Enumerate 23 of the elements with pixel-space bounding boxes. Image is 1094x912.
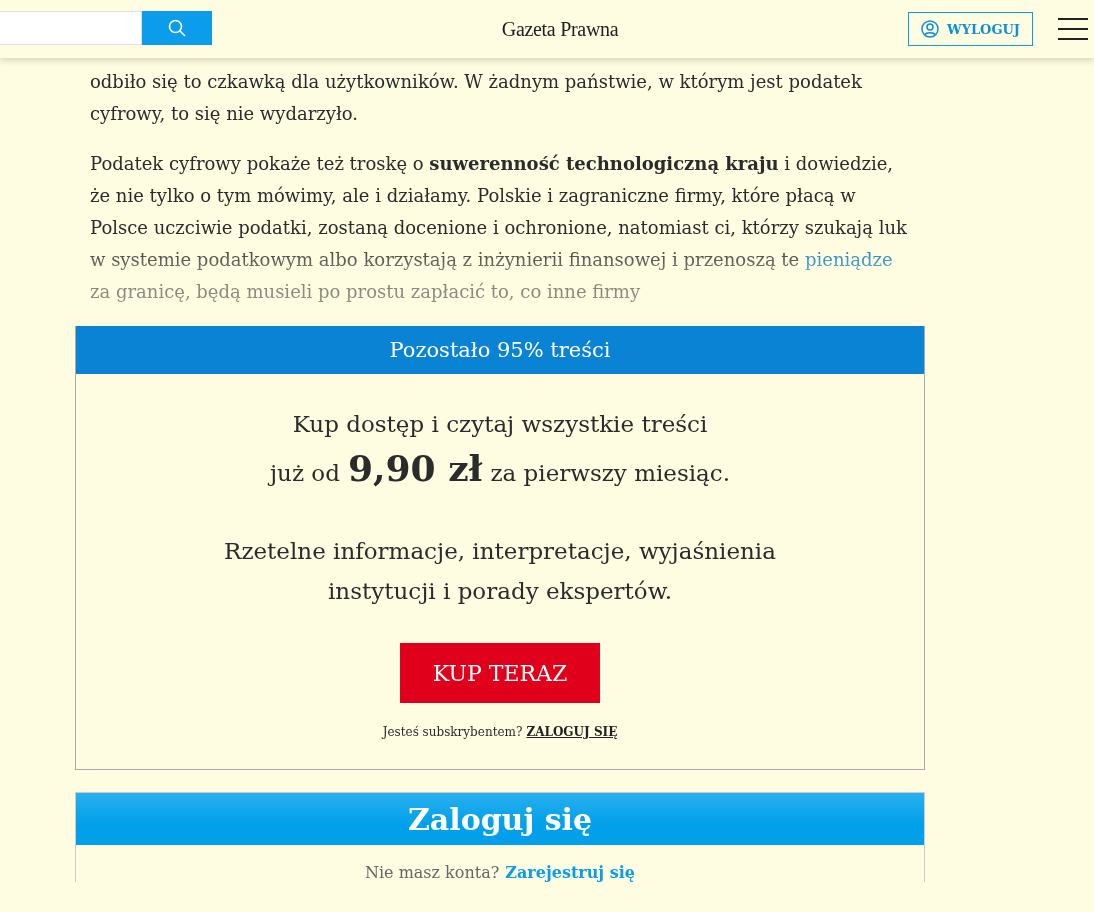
search-icon [168,19,186,37]
search-button[interactable] [142,11,212,45]
article-paragraph: Podatek cyfrowy pokaże też troskę o suwerenność technologiczną kraju i dowiedzie, że nie tylko o tym mówimy, ale i działamy. Polskie i zagraniczne firmy, które płacą w Polsce uczciwie podatki, zostaną docenione i ochronione, natomiast ci, którzy szukają luk w systemie podatkowym albo korzystają z inżynierii finansowej i przenoszą te pieniądze za granicę, będą musieli po prostu zapłacić to, co inne firmy [90,152,908,304]
price: 9,90 zł [347,446,483,491]
site-logo[interactable]: Gazeta Prawna [212,17,909,41]
register-prompt: Nie masz konta? [365,863,500,882]
price-suffix: za pierwszy miesiąc. [490,459,731,488]
subscriber-prompt: Jesteś subskrybentem? [382,725,523,739]
benefits-text: Rzetelne informacje, interpretacje, wyjaśnienia [224,537,776,566]
register-link[interactable]: Zarejestruj się [505,863,635,882]
search-field[interactable] [0,11,142,45]
article-link[interactable]: pieniądze [805,249,893,270]
article-paragraph: odbiło się to czkawką dla użytkowników. W żadnym państwie, w którym jest podatek cyfrowy, to się nie wydarzyło. [90,70,863,126]
paywall-banner: Pozostało 95% treści [76,326,924,374]
offer-text: Kup dostęp i czytaj wszystkie treści [292,410,708,439]
login-link[interactable]: ZALOGUJ SIĘ [526,725,618,739]
logout-button[interactable]: WYLOGUJ [908,12,1033,46]
price-prefix: już od [269,459,340,488]
benefits-text: instytucji i porady ekspertów. [328,577,672,606]
login-title: Zaloguj się [76,793,924,845]
buy-button[interactable]: KUP TERAZ [400,643,600,703]
user-icon [921,20,940,38]
menu-icon[interactable] [1058,18,1088,40]
